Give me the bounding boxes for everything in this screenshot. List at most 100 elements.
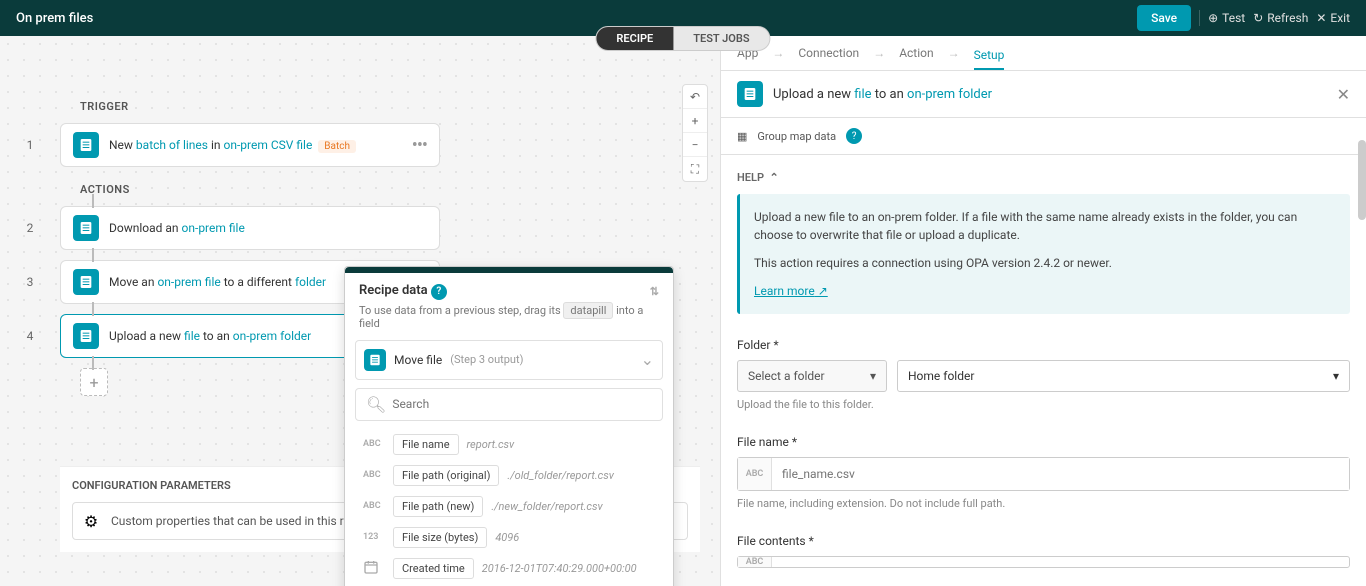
sample-value: ./old_folder/report.csv — [507, 469, 614, 482]
folder-hint: Upload the file to this folder. — [737, 398, 1350, 411]
crumb-setup[interactable]: Setup — [974, 48, 1005, 70]
text: Upload a new — [773, 87, 854, 102]
folder-label: Folder * — [737, 338, 1350, 352]
pill-row: Created time 2016-12-01T07:40:29.000+00:… — [355, 553, 663, 584]
link: on-prem folder — [907, 87, 992, 102]
text: to an — [200, 329, 233, 343]
filename-input[interactable] — [772, 458, 1349, 490]
action-title: Upload a new file to an on-prem folder — [773, 87, 1327, 102]
exit-label: Exit — [1330, 11, 1350, 25]
filename-label: File name * — [737, 435, 1350, 449]
arrow-icon: → — [873, 46, 885, 60]
help-icon[interactable]: ? — [431, 284, 447, 300]
step-number: 4 — [0, 329, 60, 343]
test-label: Test — [1222, 11, 1245, 25]
step-card-download[interactable]: Download an on-prem file — [60, 206, 440, 250]
popup-body: Move file (Step 3 output) ⌄ 🔍︎ ABC File … — [345, 340, 673, 586]
file-icon — [73, 215, 99, 241]
text: New — [109, 138, 136, 152]
filename-hint: File name, including extension. Do not i… — [737, 497, 1350, 510]
tab-recipe[interactable]: RECIPE — [596, 27, 673, 50]
folder-value-select[interactable]: Home folder ▾ — [897, 360, 1350, 392]
text: to a different — [221, 275, 295, 289]
step-number: 2 — [0, 221, 60, 235]
folder-mode-select[interactable]: Select a folder ▾ — [737, 360, 887, 392]
type-badge: ABC — [363, 470, 385, 480]
undo-button[interactable]: ↶ — [683, 85, 707, 109]
file-icon — [73, 323, 99, 349]
sample-value: 2016-12-01T07:40:29.000+00:00 — [482, 562, 637, 575]
type-badge: ABC — [363, 501, 385, 511]
test-button[interactable]: ⊕ Test — [1208, 11, 1245, 25]
connector — [92, 302, 94, 316]
step-number: 1 — [0, 138, 60, 152]
refresh-button[interactable]: ↻ Refresh — [1253, 11, 1308, 25]
batch-badge: Batch — [318, 140, 356, 153]
output-group[interactable]: Move file (Step 3 output) ⌄ — [355, 340, 663, 380]
filename-field[interactable]: ABC — [737, 457, 1350, 491]
chevron-down-icon: ▾ — [1333, 369, 1339, 383]
title-text: Recipe data — [359, 283, 428, 298]
datapill-search[interactable]: 🔍︎ — [355, 388, 663, 421]
select-text: Select a folder — [748, 369, 825, 383]
help-toggle[interactable]: HELP ⌃ — [737, 171, 1350, 184]
panel-body: HELP ⌃ Upload a new file to an on-prem f… — [721, 155, 1366, 586]
setup-panel: App → Connection → Action → Setup Upload… — [720, 36, 1366, 586]
arrow-icon: → — [948, 46, 960, 60]
crumb-connection[interactable]: Connection — [798, 46, 859, 60]
datapill-label: datapill — [563, 302, 613, 319]
close-icon[interactable]: ✕ — [1337, 85, 1350, 104]
link: file — [854, 87, 871, 102]
datapill-file-path-new[interactable]: File path (new) — [393, 496, 483, 517]
trigger-row: 1 New batch of lines in on-prem CSV file… — [0, 123, 720, 167]
learn-more-link[interactable]: Learn more ↗ — [754, 284, 828, 298]
link: on-prem CSV file — [224, 138, 313, 152]
chevron-down-icon: ⌄ — [641, 350, 654, 369]
config-text: Custom properties that can be used in th… — [111, 514, 372, 528]
divider — [1199, 10, 1200, 26]
gear-icon: ⚙ — [81, 511, 101, 531]
datapill-created-time[interactable]: Created time — [393, 558, 474, 579]
file-icon — [737, 81, 763, 107]
trigger-card[interactable]: New batch of lines in on-prem CSV file B… — [60, 123, 440, 167]
pill-row: 123 File size (bytes) 4096 — [355, 522, 663, 553]
save-button[interactable]: Save — [1137, 5, 1191, 31]
recipe-canvas: ↶ + − ⛶ TRIGGER 1 New batch of lines in … — [0, 36, 720, 586]
arrow-icon: → — [772, 46, 784, 60]
text: in — [208, 138, 224, 152]
group-title: Move file — [394, 353, 442, 367]
trigger-text: New batch of lines in on-prem CSV file B… — [109, 138, 402, 152]
connector — [92, 356, 94, 370]
type-badge: ABC — [363, 439, 385, 449]
datapill-file-name[interactable]: File name — [393, 434, 459, 455]
crumb-action[interactable]: Action — [899, 46, 933, 60]
datapill-file-path-original[interactable]: File path (original) — [393, 465, 499, 486]
recipe-data-popup: Recipe data ? ⇅ To use data from a previ… — [344, 266, 674, 586]
connector — [92, 194, 94, 208]
file-contents-field[interactable]: ABC — [737, 556, 1350, 568]
step-number: 3 — [0, 275, 60, 289]
connector — [92, 248, 94, 262]
search-input[interactable] — [392, 397, 652, 411]
scrollbar[interactable] — [1358, 140, 1366, 220]
link: on-prem folder — [233, 329, 311, 343]
help-label: HELP — [737, 171, 764, 184]
add-step-button[interactable]: + — [80, 368, 108, 396]
group-map-label[interactable]: Group map data — [757, 130, 836, 143]
datapill-file-size[interactable]: File size (bytes) — [393, 527, 487, 548]
help-box: Upload a new file to an on-prem folder. … — [737, 194, 1350, 314]
more-icon[interactable]: ••• — [412, 135, 427, 156]
help-icon[interactable]: ? — [846, 128, 862, 144]
popup-title: Recipe data ? ⇅ — [359, 283, 659, 300]
actions-section-label: ACTIONS — [80, 183, 720, 196]
step-text: Download an on-prem file — [109, 221, 427, 235]
expand-icon[interactable]: ⇅ — [650, 285, 659, 298]
folder-field: Select a folder ▾ Home folder ▾ — [737, 360, 1350, 392]
tab-test-jobs[interactable]: TEST JOBS — [673, 27, 769, 50]
pill-row: ABC File name report.csv — [355, 429, 663, 460]
file-icon — [73, 269, 99, 295]
datapill-list: ABC File name report.csv ABC File path (… — [355, 429, 663, 586]
text: Move an — [109, 275, 157, 289]
exit-button[interactable]: ✕ Exit — [1316, 11, 1350, 25]
link: batch of lines — [136, 138, 208, 152]
